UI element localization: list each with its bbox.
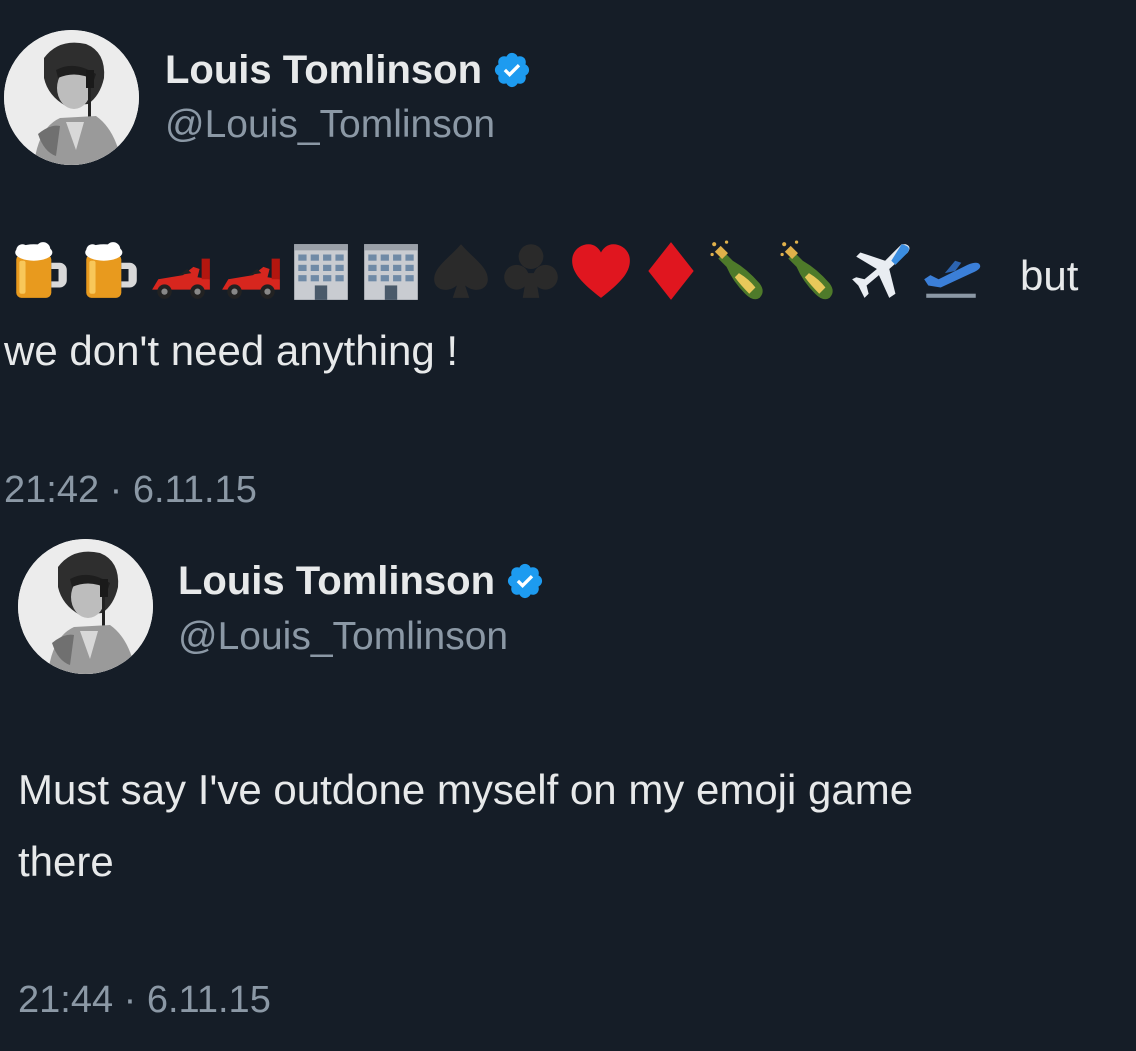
verified-badge-icon <box>507 563 543 599</box>
heart-suit-icon <box>572 244 630 298</box>
author-name-row: Louis Tomlinson <box>165 44 532 96</box>
avatar-photo <box>18 539 153 674</box>
office-building-icon <box>294 244 348 300</box>
author-name-row: Louis Tomlinson <box>178 555 545 607</box>
display-name[interactable]: Louis Tomlinson <box>178 555 495 607</box>
tweet[interactable]: Louis Tomlinson @Louis_Tomlinson but we … <box>0 0 1136 525</box>
airplane-icon <box>852 244 910 298</box>
timestamp[interactable]: 21:44 · 6.11.15 <box>18 975 271 1025</box>
avatar-photo <box>4 30 139 165</box>
avatar[interactable] <box>4 30 139 165</box>
handle[interactable]: @Louis_Tomlinson <box>178 612 508 662</box>
handle[interactable]: @Louis_Tomlinson <box>165 100 495 150</box>
beer-mug-icon <box>15 242 67 298</box>
office-building-icon <box>364 244 418 300</box>
diamond-suit-icon <box>648 242 694 300</box>
airplane-departure-icon <box>924 260 981 298</box>
racing-car-icon <box>222 258 280 299</box>
tweet-text: Must say I've outdone myself on my emoji… <box>18 766 914 813</box>
racing-car-icon <box>152 258 210 299</box>
verified-badge-icon <box>494 52 530 88</box>
champagne-bottle-icon <box>780 240 833 300</box>
tweet-text: there <box>18 838 114 885</box>
beer-mug-icon <box>85 242 137 298</box>
club-suit-icon <box>504 244 558 298</box>
spade-suit-icon <box>434 244 488 298</box>
emoji-sequence <box>8 238 984 304</box>
tweet[interactable]: Louis Tomlinson @Louis_Tomlinson Must sa… <box>0 525 1136 1051</box>
display-name[interactable]: Louis Tomlinson <box>165 44 482 96</box>
tweet-text-end: but <box>1020 252 1079 299</box>
timestamp[interactable]: 21:42 · 6.11.15 <box>4 465 257 515</box>
tweet-text: we don't need anything ! <box>4 327 459 374</box>
champagne-bottle-icon <box>710 240 763 300</box>
avatar[interactable] <box>18 539 153 674</box>
